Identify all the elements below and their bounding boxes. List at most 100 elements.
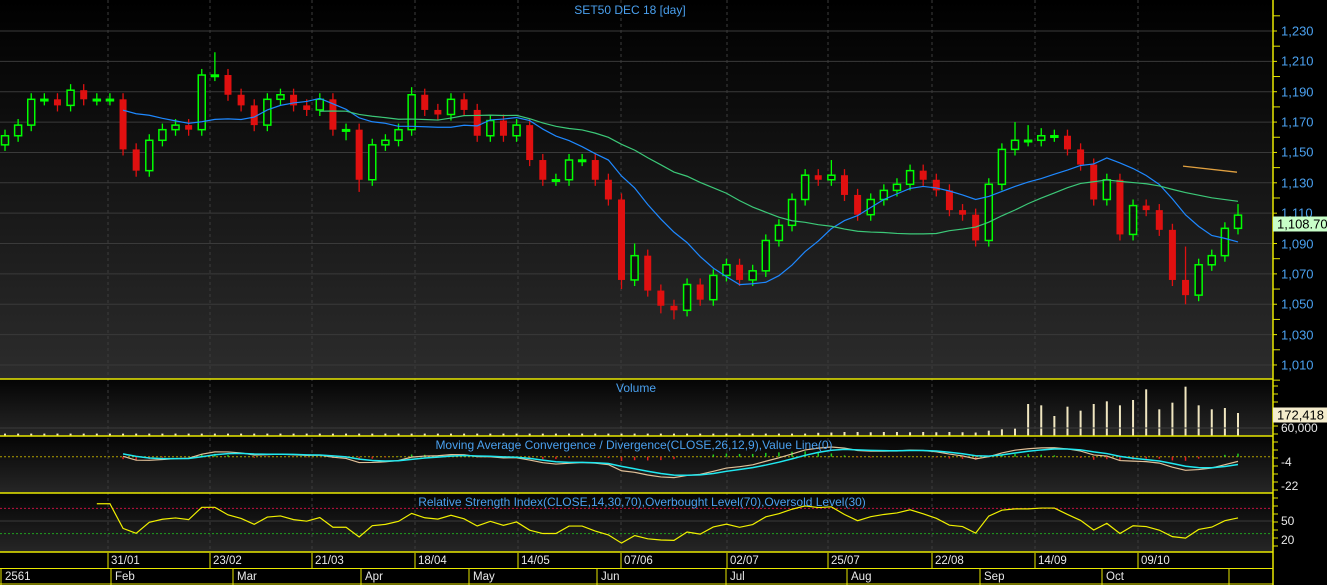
candle-body (722, 264, 731, 277)
candle-body (132, 149, 140, 171)
date-tick-label: 14/05 (521, 555, 550, 567)
candle (682, 278, 692, 317)
candle-body (1194, 264, 1203, 296)
volume-bar (1184, 386, 1187, 436)
candle-body (421, 94, 429, 110)
month-label: Jun (601, 571, 620, 583)
month-label: Apr (365, 571, 383, 583)
volume-bar (1014, 428, 1017, 436)
candle-body (984, 183, 994, 242)
date-tick-label: 23/02 (213, 555, 242, 567)
volume-bar (1079, 410, 1082, 436)
candle-body (630, 254, 639, 281)
candle-body (446, 98, 456, 116)
candle (263, 93, 272, 132)
candle-body (945, 190, 953, 211)
candle-body (814, 175, 822, 180)
candle-body (394, 128, 403, 142)
volume-panel-title: Volume (615, 381, 657, 395)
candle-body (761, 239, 771, 272)
candle-body (145, 139, 154, 172)
candle-body (1023, 139, 1033, 143)
candle-body (210, 74, 220, 78)
candle (1128, 199, 1138, 241)
price-axis-label: 1,170 (1281, 114, 1314, 130)
date-tick-label: 18/04 (418, 555, 447, 567)
month-label: Feb (115, 571, 135, 583)
month-label: 2561 (5, 571, 31, 583)
candle-body (0, 134, 10, 146)
price-axis-label: 1,190 (1281, 84, 1314, 100)
rsi-axis-label: 50 (1281, 514, 1295, 528)
candle-body (854, 194, 862, 215)
candle-body (460, 99, 468, 110)
candle-body (303, 105, 311, 110)
candle-body (1168, 229, 1176, 280)
candle-body (1233, 214, 1243, 230)
candle-body (709, 274, 718, 301)
candle (368, 138, 377, 186)
candle-body (696, 284, 704, 300)
candle-body (840, 175, 848, 195)
candle-body (1102, 179, 1112, 201)
candle-body (119, 99, 127, 150)
price-axis-label: 1,210 (1281, 53, 1314, 69)
candle-body (800, 174, 810, 201)
month-label: Mar (237, 571, 257, 583)
volume-axis-label: 60,000 (1281, 421, 1318, 435)
date-tick-label: 09/10 (1141, 555, 1170, 567)
candle-body (736, 264, 744, 280)
candle-body (315, 98, 325, 111)
candle-body (185, 125, 193, 130)
price-axis-label: 1,230 (1281, 23, 1314, 39)
candle-body (237, 94, 245, 106)
candle-body (224, 75, 232, 95)
candle-body (26, 98, 36, 126)
candle-body (1220, 227, 1230, 257)
candle-body (1182, 279, 1190, 296)
volume-bar (1092, 404, 1095, 436)
price-axis-label: 1,070 (1281, 266, 1314, 282)
candle (329, 93, 337, 136)
macd-axis-label: -4 (1281, 455, 1292, 470)
candle-body (905, 169, 915, 186)
month-label: Aug (851, 571, 872, 583)
candle-body (434, 109, 442, 115)
candle-body (355, 129, 363, 180)
candle-body (604, 179, 612, 200)
macd-panel-title: Moving Average Convergence / Divergence(… (435, 438, 833, 452)
volume-bar (1027, 404, 1030, 436)
date-tick-label: 31/01 (111, 555, 140, 567)
candle-body (381, 139, 390, 146)
candle (800, 169, 810, 206)
candle-body (276, 94, 285, 101)
month-label: Sep (984, 571, 1005, 583)
candle-body (1116, 179, 1124, 235)
candle (119, 93, 127, 156)
rsi-axis-label: 20 (1281, 532, 1295, 547)
candle (197, 68, 207, 136)
chart-title: SET50 DEC 18 [day] (574, 3, 686, 17)
candle-body (670, 305, 678, 311)
last-volume-badge: 172,418 (1273, 407, 1327, 423)
volume-bar (1066, 406, 1069, 436)
candle (984, 178, 994, 247)
candle (1116, 173, 1124, 241)
candle-body (618, 199, 625, 280)
candle-body (499, 120, 507, 136)
candle (761, 234, 771, 277)
candle (26, 93, 36, 132)
candle-body (827, 174, 836, 181)
candle-body (263, 98, 272, 126)
candle-body (66, 89, 75, 107)
candle-body (171, 124, 180, 131)
candle-body (644, 255, 652, 291)
volume-bar (1053, 416, 1056, 436)
volume-bar (1210, 409, 1213, 436)
candle-body (1036, 134, 1046, 142)
macd-axis-label: -22 (1281, 479, 1299, 494)
date-tick-label: 22/08 (935, 555, 964, 567)
candle-body (577, 159, 587, 163)
candle-body (1050, 134, 1059, 138)
volume-bar (1000, 429, 1003, 436)
